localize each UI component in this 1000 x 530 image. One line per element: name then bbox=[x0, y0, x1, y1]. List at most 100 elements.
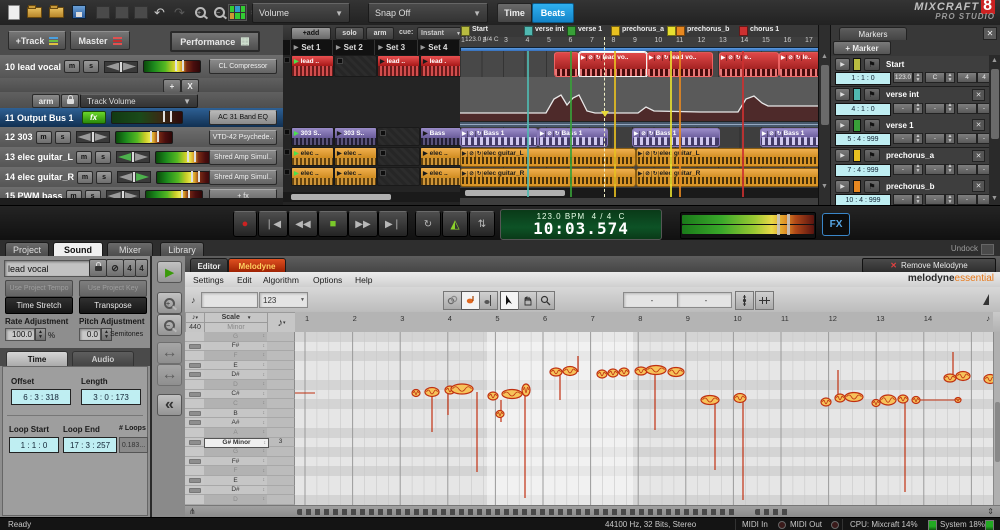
volume-slider[interactable] bbox=[114, 130, 173, 144]
scale-note-row[interactable]: F# ↕ bbox=[204, 341, 267, 352]
loop-mode-button[interactable]: ↻ bbox=[415, 211, 441, 237]
clip-icon[interactable]: ▶ bbox=[461, 130, 469, 137]
marker-spinner[interactable]: 123.0 ▲ ▼ bbox=[893, 72, 923, 83]
spinner-arrows[interactable]: ↕ bbox=[263, 333, 266, 339]
tab-mixer[interactable]: Mixer bbox=[107, 242, 153, 257]
beats-mode-button[interactable]: Beats bbox=[532, 3, 574, 23]
clip-play-icon[interactable]: ▶ bbox=[337, 130, 342, 137]
solo-button[interactable]: s bbox=[95, 150, 112, 164]
scale-note-row[interactable]: D# ↕ bbox=[204, 370, 267, 380]
melodyne-vscrollbar[interactable] bbox=[993, 332, 1000, 505]
close-icon[interactable]: ✕ bbox=[972, 88, 985, 101]
audio-clip[interactable]: ▶ ⊘ ↻ elec guitar_L bbox=[460, 148, 636, 167]
pitch-value-field[interactable]: - bbox=[623, 292, 678, 308]
spinner-arrows[interactable]: ↕ bbox=[263, 410, 266, 416]
melodyne-editor[interactable]: ♪ ▾ 440 Scale ▾ Minor ♪ ▾ ♪ 1 2 3 4 5 6 7 8 9 10 11 12 1… bbox=[185, 312, 1000, 505]
empty-clip-cell[interactable] bbox=[377, 127, 420, 146]
clip-icon[interactable]: ⊘ bbox=[468, 170, 476, 177]
clef-cell[interactable]: ♪ ▾ bbox=[267, 312, 296, 333]
master-track-button[interactable]: Master bbox=[70, 31, 130, 50]
playhead[interactable] bbox=[601, 37, 609, 197]
clip-cell[interactable]: ▶ elec .. bbox=[334, 147, 377, 166]
clip-icon[interactable]: ⊘ bbox=[727, 54, 735, 61]
menu-edit[interactable]: Edit bbox=[237, 272, 252, 287]
grid-hscrollbar[interactable] bbox=[283, 192, 460, 202]
spinner-arrows[interactable]: ▲ ▼ bbox=[945, 194, 955, 205]
clip-icon[interactable]: ⊘ bbox=[468, 130, 476, 137]
rate-spinner[interactable]: 100.0 ▲ ▼ bbox=[5, 328, 46, 341]
scale-note-row[interactable]: G ↕ bbox=[204, 447, 267, 457]
flag-icon[interactable]: ⚑ bbox=[864, 179, 880, 193]
zoom-tool-button[interactable] bbox=[536, 291, 555, 310]
scale-note-row[interactable]: F ↕ bbox=[204, 351, 267, 361]
transpose-button[interactable]: Transpose bbox=[79, 297, 147, 314]
spinner-arrows[interactable]: ↕ bbox=[263, 458, 266, 464]
length-field[interactable]: 3 : 0 : 173 bbox=[81, 389, 141, 405]
undock-icon[interactable] bbox=[981, 244, 994, 255]
marker-position-field[interactable]: 7 : 4 : 999 bbox=[835, 163, 891, 177]
go-to-start-button[interactable]: ❘◀ bbox=[258, 211, 288, 237]
go-to-end-button[interactable]: ▶❘ bbox=[378, 211, 408, 237]
loop-end-field[interactable]: 17 : 3 : 257 bbox=[63, 437, 117, 453]
sig-a[interactable]: - bbox=[957, 194, 977, 205]
scale-note-row[interactable]: G ↕ bbox=[204, 332, 267, 342]
clip-icon[interactable]: ▶ bbox=[637, 150, 645, 157]
clip-play-icon[interactable]: ▶ bbox=[294, 130, 299, 137]
clip-icon[interactable]: ⊘ bbox=[468, 150, 476, 157]
clip-cell[interactable]: ▶ lead .. bbox=[377, 55, 420, 77]
volume-slider[interactable] bbox=[110, 111, 183, 124]
undo-icon[interactable]: ↶ bbox=[150, 3, 169, 21]
fx-chain-button[interactable]: AC 31 Band EQ bbox=[209, 110, 277, 125]
time-mode-button[interactable]: Time bbox=[497, 3, 532, 23]
marker-spinner[interactable]: - ▲ ▼ bbox=[893, 133, 923, 144]
spinner-arrows[interactable]: ↕ bbox=[263, 420, 266, 426]
timeline-hscrollbar[interactable] bbox=[460, 188, 818, 198]
track-row-elec-guitar-l[interactable]: 13 elec guitar_L m s Shred Amp Simul.. bbox=[0, 147, 283, 168]
scale-note-row[interactable]: C# ↕ bbox=[204, 389, 267, 400]
audio-clip[interactable]: ▶⊘↻Bass 1 bbox=[760, 128, 818, 147]
marker-position-field[interactable]: 1 : 1 : 0 bbox=[835, 72, 891, 85]
volume-tool-icon[interactable] bbox=[983, 294, 989, 305]
tab-time[interactable]: Time bbox=[6, 351, 68, 366]
sound-name-field[interactable]: lead vocal bbox=[4, 260, 91, 277]
zoom-in-button[interactable]: + bbox=[157, 292, 182, 314]
separate-tool-button[interactable] bbox=[479, 291, 498, 310]
marker-sig-buttons[interactable]: -- bbox=[957, 194, 991, 205]
clip-icon[interactable]: ⊘ bbox=[787, 54, 795, 61]
add-automation-button[interactable]: + bbox=[163, 79, 181, 93]
marker-spinner[interactable]: C ▲ ▼ bbox=[925, 72, 955, 83]
clip-icon[interactable]: ▶ bbox=[648, 54, 656, 61]
spinner-arrows[interactable]: ↕ bbox=[263, 372, 266, 378]
clip-icon[interactable]: ▶ bbox=[780, 54, 788, 61]
lock-button[interactable] bbox=[89, 259, 107, 277]
tempo-field[interactable]: 123 ▼ bbox=[259, 292, 308, 308]
marker-sig-buttons[interactable]: 44 bbox=[957, 72, 991, 83]
audio-clip[interactable]: ▶ ⊘ ↻ le.. bbox=[779, 52, 818, 77]
solo-button[interactable]: s bbox=[54, 130, 71, 144]
tab-sound[interactable]: Sound bbox=[53, 242, 103, 257]
arm-automation-button[interactable]: arm bbox=[32, 94, 60, 108]
loop-start-field[interactable]: 1 : 1 : 0 bbox=[9, 437, 59, 453]
snap-dropdown[interactable]: Snap Off ▼ bbox=[368, 3, 488, 23]
empty-clip-cell[interactable] bbox=[377, 147, 420, 166]
marker-sig-buttons[interactable]: -- bbox=[957, 102, 991, 114]
marker-position-field[interactable]: 4 : 1 : 0 bbox=[835, 102, 891, 116]
clip-icon[interactable]: ⊘ bbox=[644, 170, 652, 177]
spinner-arrows[interactable]: ↕ bbox=[263, 391, 266, 397]
clip-icon[interactable]: ▶ bbox=[461, 150, 469, 157]
spinner-arrows[interactable]: ▲ ▼ bbox=[913, 72, 923, 83]
clip-play-icon[interactable]: ▶ bbox=[423, 150, 428, 157]
timeline-marker-flag[interactable]: Start bbox=[461, 26, 488, 36]
audio-clip[interactable]: ▶⊘↻Bass 1 bbox=[632, 128, 720, 147]
clip-cell[interactable]: ▶ elec .. bbox=[291, 147, 334, 166]
mute-button[interactable]: m bbox=[64, 60, 81, 73]
lane-automation[interactable] bbox=[460, 77, 818, 121]
record-button[interactable]: ● bbox=[233, 211, 257, 237]
scale-note-row[interactable]: B ↕ bbox=[204, 408, 267, 419]
marker-item[interactable]: ▶ ⚑ verse int ✕ 4 : 1 : 0- ▲ ▼ - ▲ ▼ - - bbox=[831, 86, 991, 118]
pan-knob[interactable] bbox=[104, 60, 139, 73]
clip-cell[interactable]: ▶ elec .. bbox=[420, 167, 460, 186]
marker-spinner[interactable]: - ▲ ▼ bbox=[925, 163, 955, 175]
mute-button[interactable]: m bbox=[35, 130, 52, 144]
flag-icon[interactable]: ⚑ bbox=[864, 149, 880, 162]
